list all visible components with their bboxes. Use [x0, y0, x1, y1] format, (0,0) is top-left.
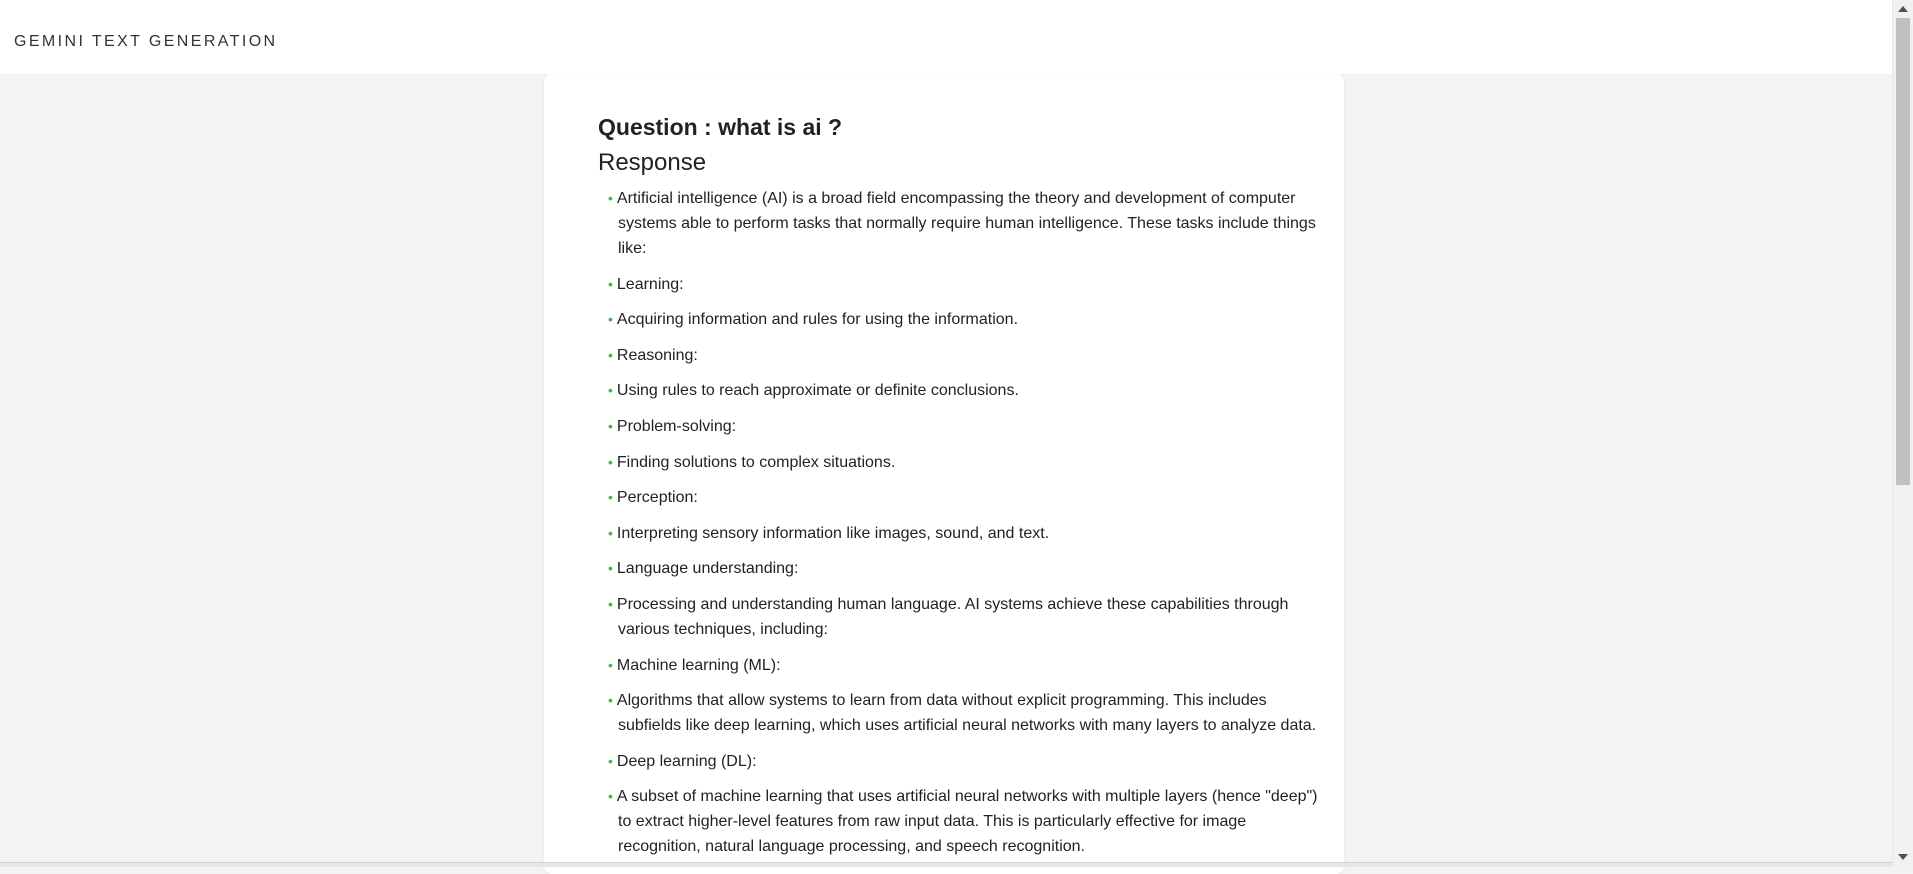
response-list-item: • Language understanding:: [598, 556, 1318, 581]
response-card: Question : what is ai ? Response • Artifi…: [544, 74, 1344, 874]
response-item-text: Reasoning:: [616, 346, 698, 364]
bullet-icon: •: [608, 275, 613, 292]
response-item-text: Acquiring information and rules for usin…: [616, 311, 1019, 329]
response-item-text: Deep learning (DL):: [616, 752, 757, 770]
bullet-icon: •: [608, 752, 613, 769]
bullet-icon: •: [608, 311, 613, 328]
window-bottom-edge: [0, 862, 1893, 867]
response-list-item: • Finding solutions to complex situations…: [598, 450, 1318, 475]
bullet-icon: •: [608, 560, 613, 577]
response-item-text: Finding solutions to complex situations.: [616, 453, 896, 471]
response-list-item: • Deep learning (DL):: [598, 749, 1318, 774]
response-list-item: • Machine learning (ML):: [598, 653, 1318, 678]
response-list-item: • Processing and understanding human lang…: [598, 592, 1318, 642]
response-list-item: • Learning:: [598, 272, 1318, 297]
response-item-text: Using rules to reach approximate or defi…: [616, 382, 1019, 400]
response-list-item: • Problem-solving:: [598, 414, 1318, 439]
response-item-text: Interpreting sensory information like im…: [616, 524, 1050, 542]
response-item-text: Learning:: [616, 275, 684, 293]
bullet-icon: •: [608, 489, 613, 506]
response-card-inner: Question : what is ai ? Response • Artifi…: [598, 112, 1318, 870]
question-text: what is ai ?: [718, 114, 843, 140]
response-list-item: • Using rules to reach approximate or def…: [598, 378, 1318, 403]
arrow-up-icon[interactable]: [1898, 6, 1908, 12]
question-label: Question :: [598, 114, 712, 140]
bullet-icon: •: [608, 788, 613, 805]
bullet-icon: •: [608, 524, 613, 541]
response-item-text: Problem-solving:: [616, 417, 737, 435]
app-header: GEMINI TEXT GENERATION: [0, 0, 1893, 74]
response-item-text: A subset of machine learning that uses a…: [616, 788, 1318, 856]
bullet-icon: •: [608, 595, 613, 612]
response-list-item: • Reasoning:: [598, 343, 1318, 368]
app-title: GEMINI TEXT GENERATION: [14, 33, 278, 50]
response-item-text: Algorithms that allow systems to learn f…: [616, 692, 1317, 735]
vertical-scrollbar[interactable]: [1892, 0, 1913, 866]
bullet-icon: •: [608, 453, 613, 470]
response-heading: Response: [598, 149, 707, 176]
bullet-icon: •: [608, 346, 613, 363]
response-item-text: Language understanding:: [616, 560, 799, 578]
bullet-icon: •: [608, 382, 613, 399]
arrow-down-icon[interactable]: [1898, 854, 1908, 860]
response-item-text: Machine learning (ML):: [616, 656, 781, 674]
bullet-icon: •: [608, 190, 613, 206]
response-list-item: • Perception:: [598, 485, 1318, 510]
bullet-icon: •: [608, 692, 613, 709]
response-item-text: Perception:: [616, 489, 698, 507]
question-line: Question : what is ai ?: [598, 112, 1318, 142]
response-item-text: Processing and understanding human langu…: [616, 595, 1289, 638]
response-list: • Artificial intelligence (AI) is a broad…: [598, 186, 1318, 859]
response-item-text: Artificial intelligence (AI) is a broad …: [616, 190, 1316, 257]
response-list-item: • Acquiring information and rules for usi…: [598, 307, 1318, 332]
response-list-item: • Algorithms that allow systems to learn …: [598, 688, 1318, 738]
response-list-item: • Artificial intelligence (AI) is a broad…: [598, 186, 1318, 261]
response-list-item: • A subset of machine learning that uses …: [598, 784, 1318, 859]
bullet-icon: •: [608, 656, 613, 673]
bullet-icon: •: [608, 417, 613, 434]
response-list-item: • Interpreting sensory information like i…: [598, 521, 1318, 546]
scrollbar-thumb[interactable]: [1896, 18, 1910, 485]
